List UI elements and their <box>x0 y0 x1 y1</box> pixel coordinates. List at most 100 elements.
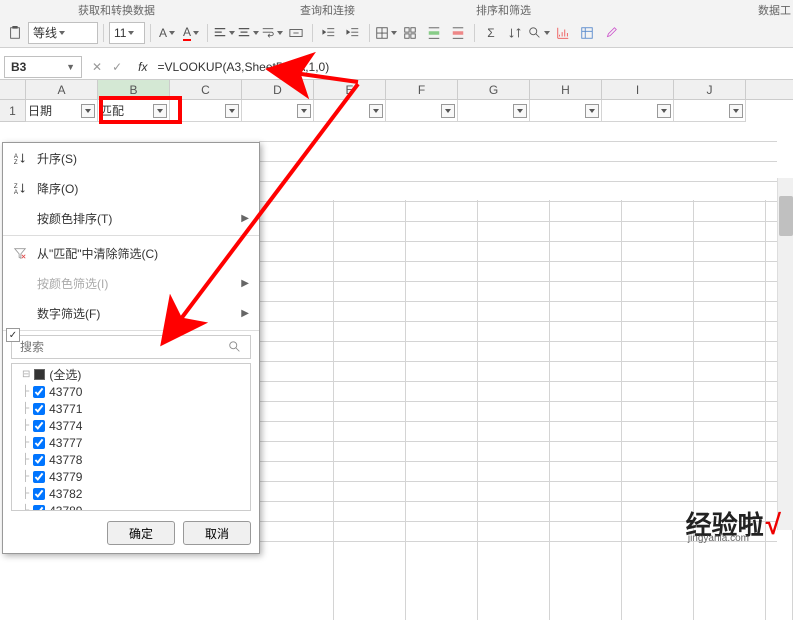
autosum-icon[interactable]: Σ <box>480 22 502 44</box>
checkbox[interactable] <box>33 403 45 415</box>
cell-F1[interactable] <box>386 100 458 122</box>
brush-icon[interactable] <box>600 22 622 44</box>
filter-item-selectall[interactable]: ⊟ (全选) <box>14 366 248 383</box>
row-insert-icon[interactable] <box>423 22 445 44</box>
font-size-select[interactable]: 11 <box>109 22 145 44</box>
ribbon-group-labels: 获取和转换数据 查询和连接 排序和筛选 数据工 <box>0 0 793 18</box>
sort-descending[interactable]: ZA 降序(O) <box>3 173 259 203</box>
checkbox[interactable] <box>33 454 45 466</box>
accept-formula-icon[interactable]: ✓ <box>112 60 122 74</box>
pivot-icon[interactable] <box>576 22 598 44</box>
scroll-thumb[interactable] <box>779 196 793 236</box>
formatting-toolbar: 等线 11 A A Σ <box>0 18 793 48</box>
filter-button-D1[interactable] <box>297 104 311 118</box>
col-header-D[interactable]: D <box>242 80 314 100</box>
font-name-select[interactable]: 等线 <box>28 22 98 44</box>
vertical-scrollbar[interactable] <box>777 178 793 530</box>
name-box[interactable]: B3 ▼ <box>4 56 82 78</box>
align-middle-icon[interactable] <box>237 22 259 44</box>
filter-search[interactable] <box>11 335 251 359</box>
row-header-1[interactable]: 1 <box>0 100 26 122</box>
chart-icon[interactable] <box>552 22 574 44</box>
filter-button-C1[interactable] <box>225 104 239 118</box>
font-color-icon[interactable]: A <box>180 22 202 44</box>
ribbon-group-query: 查询和连接 <box>300 2 355 18</box>
filter-item[interactable]: ├43770 <box>14 383 248 400</box>
filter-button-I1[interactable] <box>657 104 671 118</box>
popup-side-checkbox[interactable] <box>6 328 20 342</box>
align-left-icon[interactable] <box>213 22 235 44</box>
cell-H1[interactable] <box>530 100 602 122</box>
checkbox[interactable] <box>33 420 45 432</box>
filter-button-G1[interactable] <box>513 104 527 118</box>
filter-search-input[interactable] <box>20 340 228 354</box>
font-grow-icon[interactable]: A <box>156 22 178 44</box>
indent-increase-icon[interactable] <box>342 22 364 44</box>
col-header-J[interactable]: J <box>674 80 746 100</box>
select-all-corner[interactable] <box>0 80 26 100</box>
filter-button-F1[interactable] <box>441 104 455 118</box>
find-icon[interactable] <box>528 22 550 44</box>
autofilter-popup: AZ 升序(S) ZA 降序(O) 按颜色排序(T) ▶ 从"匹配"中清除筛选(… <box>2 142 260 554</box>
filter-item[interactable]: ├43771 <box>14 400 248 417</box>
formula-input[interactable]: =VLOOKUP(A3,Sheet5!A:A,1,0) <box>153 60 789 74</box>
filter-button-B1[interactable] <box>153 104 167 118</box>
grid-icon[interactable] <box>399 22 421 44</box>
clear-filter-icon <box>13 246 31 260</box>
borders-icon[interactable] <box>375 22 397 44</box>
paste-icon[interactable] <box>4 22 26 44</box>
ok-button[interactable]: 确定 <box>107 521 175 545</box>
indent-decrease-icon[interactable] <box>318 22 340 44</box>
cell-E1[interactable] <box>314 100 386 122</box>
col-header-H[interactable]: H <box>530 80 602 100</box>
wrap-text-icon[interactable] <box>261 22 283 44</box>
checkbox[interactable] <box>33 488 45 500</box>
col-header-I[interactable]: I <box>602 80 674 100</box>
col-header-G[interactable]: G <box>458 80 530 100</box>
merge-icon[interactable] <box>285 22 307 44</box>
chevron-right-icon: ▶ <box>241 278 249 289</box>
sort-asc-icon: AZ <box>13 151 31 165</box>
checkbox-selectall[interactable] <box>34 369 45 380</box>
col-header-E[interactable]: E <box>314 80 386 100</box>
filter-item[interactable]: ├43774 <box>14 417 248 434</box>
checkbox[interactable] <box>33 505 45 512</box>
chevron-right-icon: ▶ <box>241 308 249 319</box>
filter-item[interactable]: ├43782 <box>14 485 248 502</box>
filter-item[interactable]: ├43779 <box>14 468 248 485</box>
cell-G1[interactable] <box>458 100 530 122</box>
filter-item[interactable]: ├43778 <box>14 451 248 468</box>
cell-B1[interactable]: 匹配 <box>98 100 170 122</box>
sort-ascending[interactable]: AZ 升序(S) <box>3 143 259 173</box>
number-filter[interactable]: 数字筛选(F) ▶ <box>3 298 259 328</box>
filter-item[interactable]: ├43789 <box>14 502 248 511</box>
ribbon-group-sort: 排序和筛选 <box>476 2 531 18</box>
checkbox[interactable] <box>33 386 45 398</box>
filter-button-J1[interactable] <box>729 104 743 118</box>
cell-J1[interactable] <box>674 100 746 122</box>
filter-button-A1[interactable] <box>81 104 95 118</box>
filter-button-E1[interactable] <box>369 104 383 118</box>
formula-bar: B3 ▼ ✕ ✓ fx =VLOOKUP(A3,Sheet5!A:A,1,0) <box>0 54 793 80</box>
cell-A1[interactable]: 日期 <box>26 100 98 122</box>
checkbox[interactable] <box>33 437 45 449</box>
col-header-A[interactable]: A <box>26 80 98 100</box>
cell-C1[interactable] <box>170 100 242 122</box>
cancel-button[interactable]: 取消 <box>183 521 251 545</box>
search-icon <box>228 340 242 354</box>
row-delete-icon[interactable] <box>447 22 469 44</box>
col-header-C[interactable]: C <box>170 80 242 100</box>
col-header-F[interactable]: F <box>386 80 458 100</box>
sort-by-color[interactable]: 按颜色排序(T) ▶ <box>3 203 259 233</box>
cell-D1[interactable] <box>242 100 314 122</box>
cancel-formula-icon[interactable]: ✕ <box>92 60 102 74</box>
filter-item[interactable]: ├43777 <box>14 434 248 451</box>
clear-filter[interactable]: 从"匹配"中清除筛选(C) <box>3 238 259 268</box>
filter-button-H1[interactable] <box>585 104 599 118</box>
col-header-B[interactable]: B <box>98 80 170 100</box>
filter-checkbox-list[interactable]: ⊟ (全选) ├43770 ├43771 ├43774 ├43777 ├4377… <box>11 363 251 511</box>
cell-I1[interactable] <box>602 100 674 122</box>
checkbox[interactable] <box>33 471 45 483</box>
sort-filter-icon[interactable] <box>504 22 526 44</box>
fx-label[interactable]: fx <box>138 60 147 74</box>
